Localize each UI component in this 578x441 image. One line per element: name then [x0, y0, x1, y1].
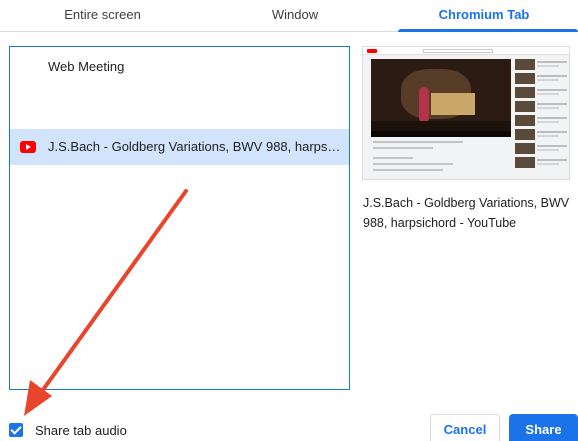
- preview-harpsichord: [431, 93, 475, 115]
- preview-performer: [419, 87, 429, 121]
- source-tabs: Entire screen Window Chromium Tab: [0, 0, 578, 32]
- tab-entire-screen[interactable]: Entire screen: [0, 0, 205, 32]
- list-item-label: J.S.Bach - Goldberg Variations, BWV 988,…: [48, 139, 343, 154]
- active-tab-indicator: [398, 29, 578, 32]
- preview-description-line: [373, 169, 443, 171]
- list-item-goldberg-youtube[interactable]: J.S.Bach - Goldberg Variations, BWV 988,…: [10, 129, 349, 165]
- share-audio-label[interactable]: Share tab audio: [35, 423, 127, 439]
- tab-preview-thumbnail: [362, 46, 570, 180]
- preview-sidebar-item: [515, 59, 569, 70]
- youtube-icon: [20, 141, 36, 153]
- preview-video-frame: [371, 59, 511, 137]
- tab-source-list: Web Meeting J.S.Bach - Goldberg Variatio…: [9, 46, 350, 390]
- preview-video-controls: [371, 131, 511, 137]
- preview-sidebar-item: [515, 143, 569, 154]
- preview-sidebar-item: [515, 73, 569, 84]
- preview-search-bar: [423, 49, 493, 53]
- preview-sidebar-item: [515, 115, 569, 126]
- preview-youtube-logo: [367, 49, 377, 53]
- preview-sidebar-item: [515, 101, 569, 112]
- preview-sidebar-item: [515, 87, 569, 98]
- preview-sidebar-item: [515, 129, 569, 140]
- preview-youtube-header: [363, 47, 569, 55]
- preview-channel-line: [373, 157, 413, 159]
- share-button[interactable]: Share: [509, 414, 578, 441]
- list-item-label: Web Meeting: [48, 59, 125, 74]
- tab-window[interactable]: Window: [200, 0, 390, 32]
- preview-sidebar-item: [515, 157, 569, 168]
- preview-meta-line: [373, 147, 433, 149]
- share-audio-checkbox[interactable]: [9, 423, 23, 437]
- preview-caption: J.S.Bach - Goldberg Variations, BWV 988,…: [363, 196, 570, 230]
- tab-chromium-tab[interactable]: Chromium Tab: [390, 0, 578, 32]
- list-item-web-meeting[interactable]: Web Meeting: [10, 49, 349, 85]
- cancel-button[interactable]: Cancel: [430, 414, 500, 441]
- preview-description-line: [373, 163, 453, 165]
- preview-title-line: [373, 141, 463, 143]
